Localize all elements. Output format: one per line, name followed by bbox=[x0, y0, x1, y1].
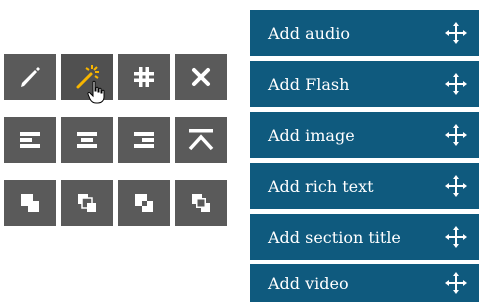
add-flash-label: Add Flash bbox=[268, 74, 350, 94]
toolbar-grid bbox=[0, 0, 230, 302]
move-icon[interactable] bbox=[445, 22, 467, 44]
add-section-title-label: Add section title bbox=[268, 227, 401, 247]
align-right-icon bbox=[134, 132, 154, 148]
add-audio-item[interactable]: Add audio bbox=[250, 10, 479, 56]
move-icon[interactable] bbox=[445, 272, 467, 294]
add-rich-text-label: Add rich text bbox=[268, 176, 374, 196]
align-right-button[interactable] bbox=[118, 117, 170, 163]
add-video-item[interactable]: Add video bbox=[250, 264, 479, 302]
add-image-label: Add image bbox=[268, 125, 355, 145]
grid-button[interactable] bbox=[118, 54, 170, 100]
hash-grid-icon bbox=[134, 67, 154, 87]
align-top-button[interactable] bbox=[175, 117, 227, 163]
move-icon[interactable] bbox=[445, 175, 467, 197]
close-icon bbox=[192, 68, 210, 86]
send-backward-button[interactable] bbox=[118, 180, 170, 226]
layer-backward-icon bbox=[135, 194, 153, 212]
hand-pointer-cursor-icon bbox=[87, 80, 105, 104]
send-to-back-button[interactable] bbox=[175, 180, 227, 226]
add-image-item[interactable]: Add image bbox=[250, 112, 479, 158]
add-video-label: Add video bbox=[268, 273, 349, 293]
pencil-icon bbox=[21, 67, 40, 87]
align-top-icon bbox=[188, 129, 214, 151]
bring-to-front-button[interactable] bbox=[4, 180, 56, 226]
align-center-icon bbox=[77, 132, 97, 148]
add-section-title-item[interactable]: Add section title bbox=[250, 214, 479, 260]
add-flash-item[interactable]: Add Flash bbox=[250, 61, 479, 107]
align-left-button[interactable] bbox=[4, 117, 56, 163]
align-left-icon bbox=[20, 132, 40, 148]
add-rich-text-item[interactable]: Add rich text bbox=[250, 163, 479, 209]
align-center-button[interactable] bbox=[61, 117, 113, 163]
delete-button[interactable] bbox=[175, 54, 227, 100]
layer-back-icon bbox=[192, 194, 210, 212]
add-audio-label: Add audio bbox=[268, 23, 350, 43]
move-icon[interactable] bbox=[445, 73, 467, 95]
move-icon[interactable] bbox=[445, 124, 467, 146]
layer-front-icon bbox=[21, 194, 39, 212]
bring-forward-button[interactable] bbox=[61, 180, 113, 226]
layer-forward-icon bbox=[78, 194, 96, 212]
move-icon[interactable] bbox=[445, 226, 467, 248]
edit-button[interactable] bbox=[4, 54, 56, 100]
